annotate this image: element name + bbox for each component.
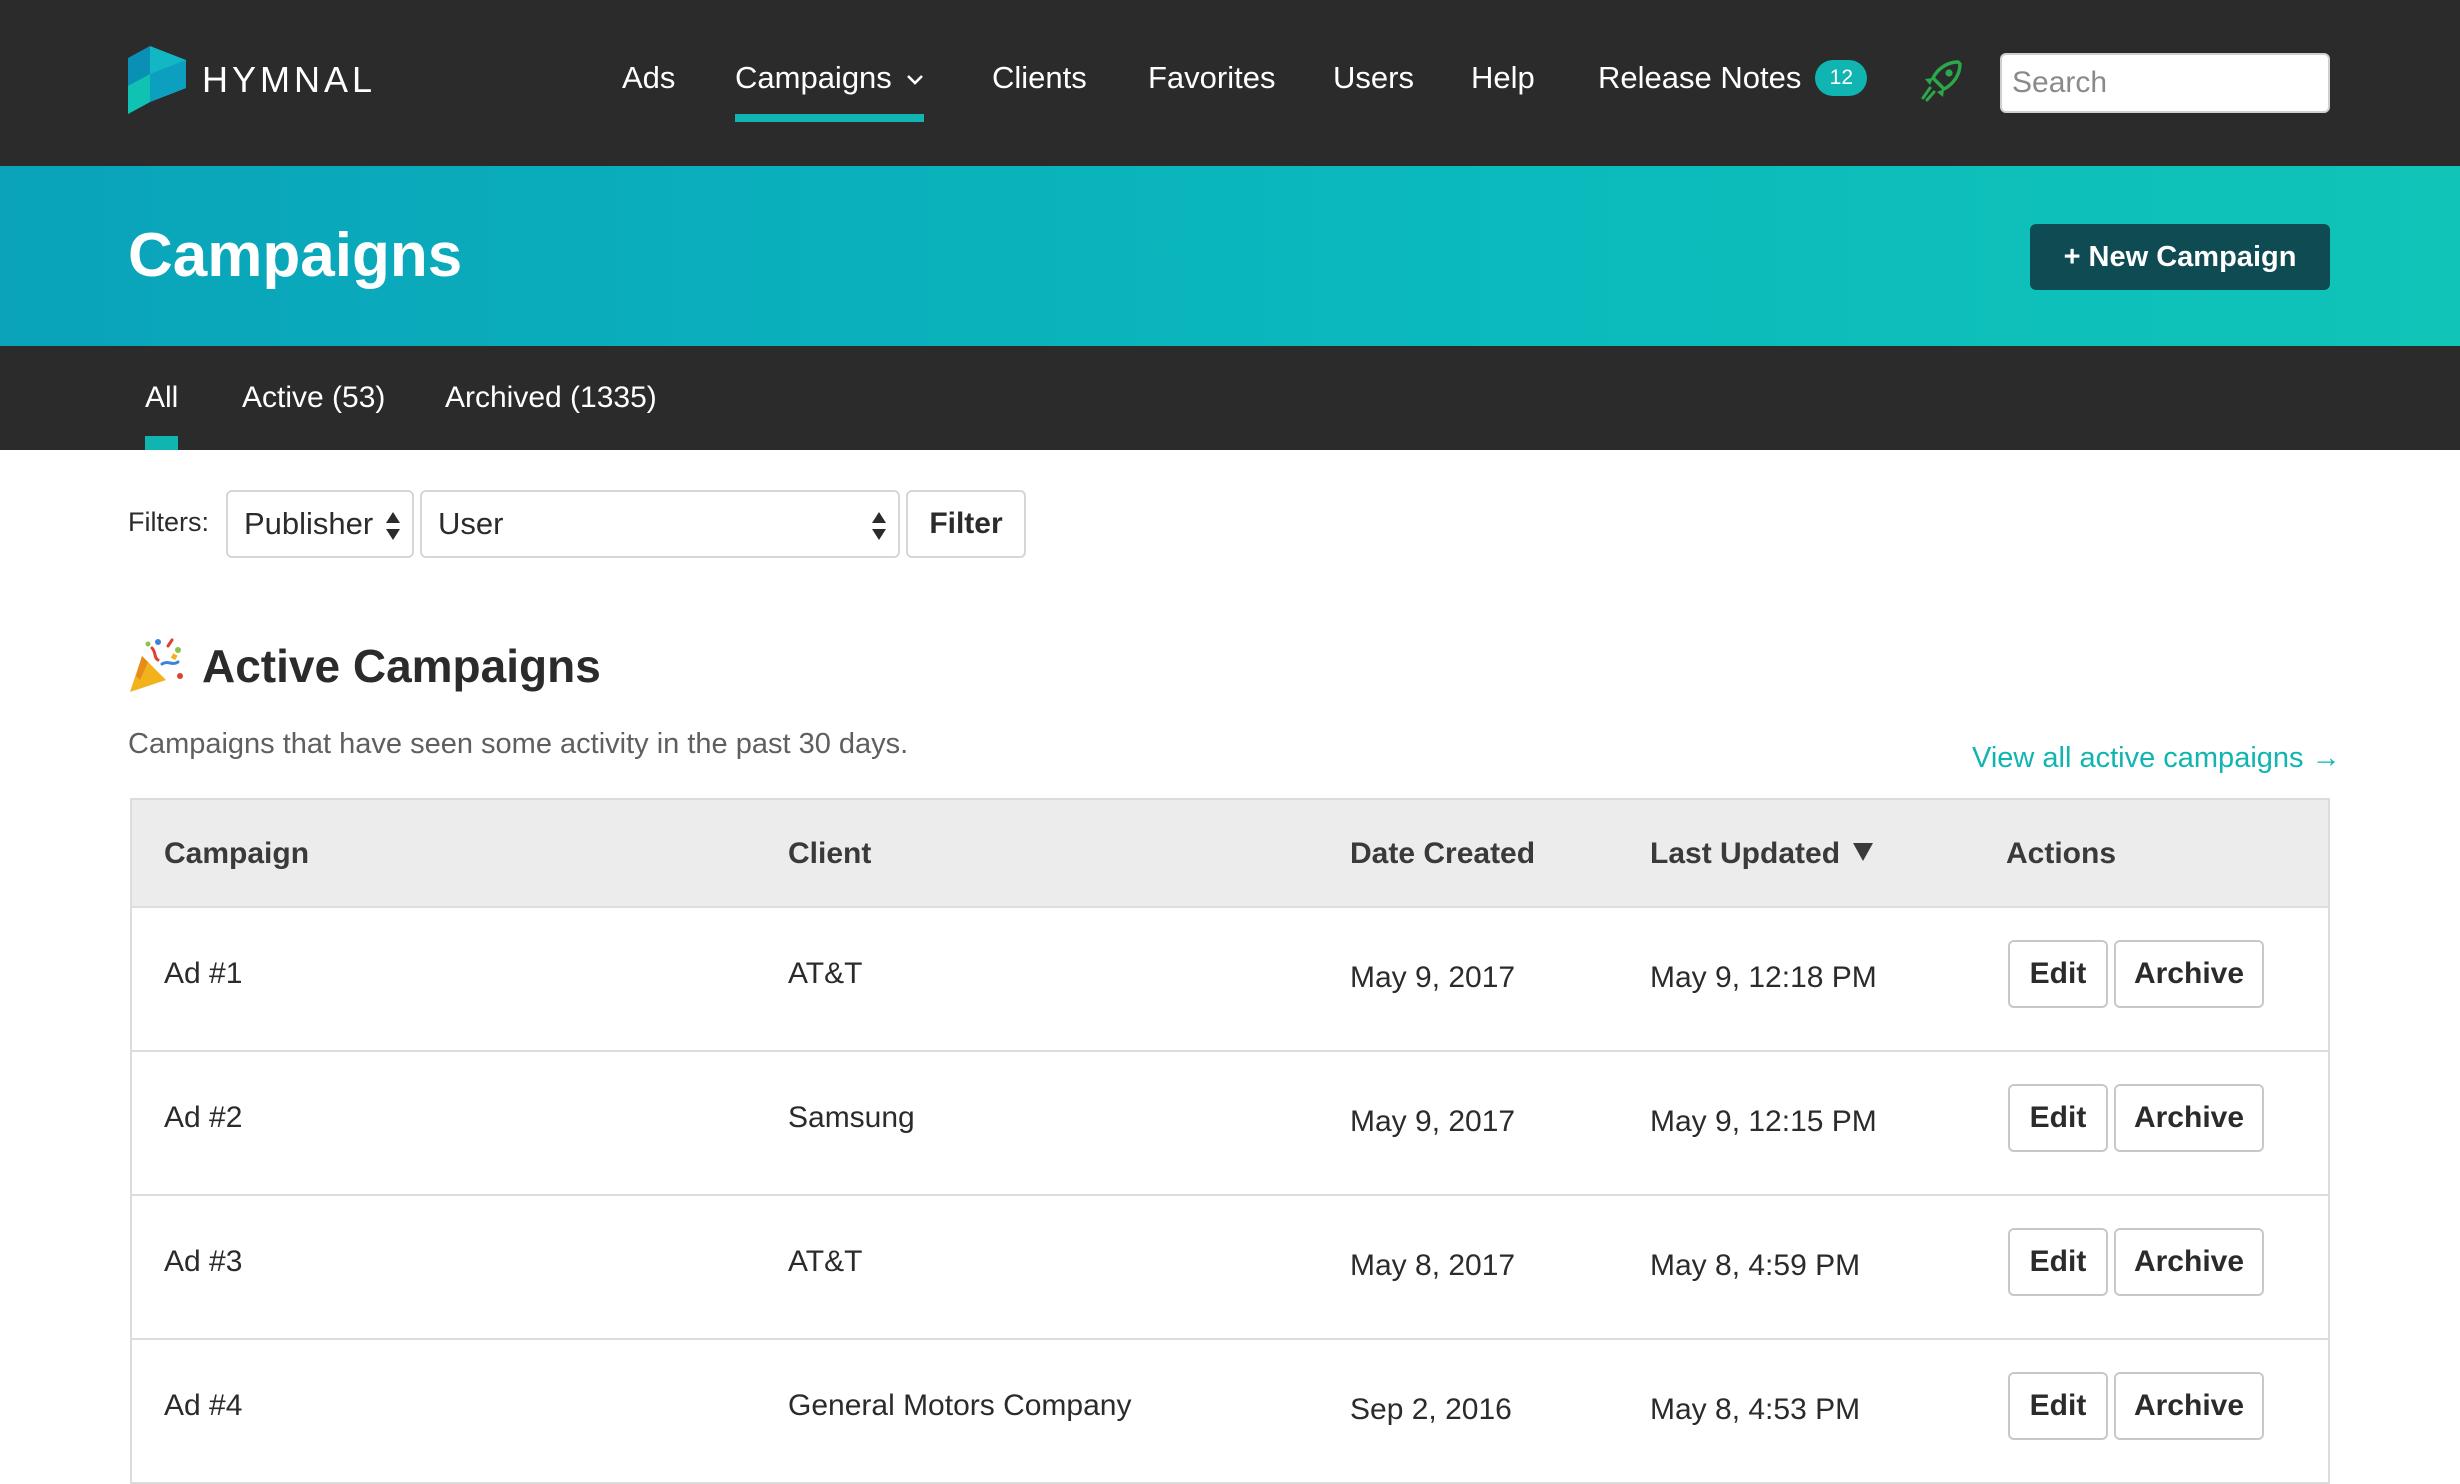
hymnal-logo-icon xyxy=(128,46,186,114)
edit-button[interactable]: Edit xyxy=(2008,1228,2108,1296)
cell-last-updated: May 9, 12:15 PM xyxy=(1650,1105,1877,1138)
nav-ads[interactable]: Ads xyxy=(622,56,675,100)
nav-release-notes[interactable]: Release Notes 12 xyxy=(1598,56,1868,100)
cell-client: AT&T xyxy=(788,957,863,990)
edit-button[interactable]: Edit xyxy=(2008,940,2108,1008)
nav-campaigns[interactable]: Campaigns xyxy=(735,56,924,122)
cell-campaign[interactable]: Ad #2 xyxy=(164,1098,242,1138)
cell-campaign[interactable]: Ad #3 xyxy=(164,1242,242,1282)
cell-date-created: Sep 2, 2016 xyxy=(1350,1393,1512,1426)
tab-archived[interactable]: Archived (1335) xyxy=(445,376,657,420)
tab-all[interactable]: All xyxy=(145,376,179,450)
column-header-client[interactable]: Client xyxy=(788,834,871,874)
column-header-last-updated[interactable]: Last Updated xyxy=(1650,834,1874,874)
archive-button[interactable]: Archive xyxy=(2114,1084,2264,1152)
archive-button[interactable]: Archive xyxy=(2114,1228,2264,1296)
cell-date-created: May 9, 2017 xyxy=(1350,1105,1516,1138)
table-row: Ad #2 Samsung May 9, 2017 May 9, 12:15 P… xyxy=(132,1052,2328,1196)
top-nav: HYMNAL Ads Campaigns Clients Favorites U… xyxy=(0,0,2460,166)
tab-active[interactable]: Active (53) xyxy=(242,376,385,420)
cell-date-created: May 9, 2017 xyxy=(1350,961,1516,994)
nav-help[interactable]: Help xyxy=(1471,56,1535,100)
chevron-down-icon xyxy=(906,74,923,85)
table-row: Ad #4 General Motors Company Sep 2, 2016… xyxy=(132,1340,2328,1484)
campaigns-table: Campaign Client Date Created Last Update… xyxy=(130,798,2330,1484)
column-header-actions: Actions xyxy=(2006,837,2117,870)
filter-button[interactable]: Filter xyxy=(906,490,1026,558)
section-title: Active Campaigns xyxy=(202,640,601,692)
user-select[interactable]: User xyxy=(420,490,900,558)
archive-button[interactable]: Archive xyxy=(2114,1372,2264,1440)
user-select-value: User xyxy=(438,506,504,541)
section-description: Campaigns that have seen some activity i… xyxy=(128,728,909,760)
view-all-active-link[interactable]: View all active campaigns → xyxy=(1972,738,2341,778)
hymnal-logo[interactable]: HYMNAL xyxy=(128,44,376,116)
cell-campaign[interactable]: Ad #4 xyxy=(164,1386,242,1426)
cell-client: AT&T xyxy=(788,1245,863,1278)
archive-button[interactable]: Archive xyxy=(2114,940,2264,1008)
edit-button[interactable]: Edit xyxy=(2008,1084,2108,1152)
search-input[interactable] xyxy=(2000,53,2330,113)
publisher-select[interactable]: Publisher xyxy=(226,490,414,558)
nav-clients[interactable]: Clients xyxy=(992,56,1087,100)
nav-release-notes-label: Release Notes xyxy=(1598,60,1802,95)
sort-descending-icon xyxy=(1853,843,1874,862)
party-popper-icon xyxy=(130,638,183,692)
cell-last-updated: May 8, 4:53 PM xyxy=(1650,1393,1861,1426)
page-header-banner: Campaigns + New Campaign xyxy=(0,166,2460,346)
nav-campaigns-label: Campaigns xyxy=(735,60,892,95)
cell-client: General Motors Company xyxy=(788,1389,1132,1422)
cell-last-updated: May 9, 12:18 PM xyxy=(1650,961,1877,994)
table-row: Ad #3 AT&T May 8, 2017 May 8, 4:59 PM Ed… xyxy=(132,1196,2328,1340)
cell-campaign[interactable]: Ad #1 xyxy=(164,954,242,994)
rocket-icon[interactable] xyxy=(1920,58,1964,102)
cell-last-updated: May 8, 4:59 PM xyxy=(1650,1249,1861,1282)
release-notes-count-badge: 12 xyxy=(1815,59,1868,96)
new-campaign-button[interactable]: + New Campaign xyxy=(2030,224,2330,290)
page-title: Campaigns xyxy=(128,221,463,290)
cell-date-created: May 8, 2017 xyxy=(1350,1249,1516,1282)
nav-users[interactable]: Users xyxy=(1333,56,1414,100)
table-header: Campaign Client Date Created Last Update… xyxy=(132,800,2328,908)
nav-favorites[interactable]: Favorites xyxy=(1148,56,1275,100)
cell-client: Samsung xyxy=(788,1101,915,1134)
select-arrows-icon xyxy=(872,512,886,540)
app-name: HYMNAL xyxy=(202,59,377,100)
table-row: Ad #1 AT&T May 9, 2017 May 9, 12:18 PM E… xyxy=(132,908,2328,1052)
column-header-date-created[interactable]: Date Created xyxy=(1350,834,1535,874)
select-arrows-icon xyxy=(386,512,400,540)
column-header-last-updated-label: Last Updated xyxy=(1650,837,1841,870)
campaign-status-tabs: All Active (53) Archived (1335) xyxy=(0,346,2460,450)
edit-button[interactable]: Edit xyxy=(2008,1372,2108,1440)
filters-label: Filters: xyxy=(128,507,209,537)
publisher-select-value: Publisher xyxy=(244,506,374,541)
column-header-campaign[interactable]: Campaign xyxy=(164,834,309,874)
